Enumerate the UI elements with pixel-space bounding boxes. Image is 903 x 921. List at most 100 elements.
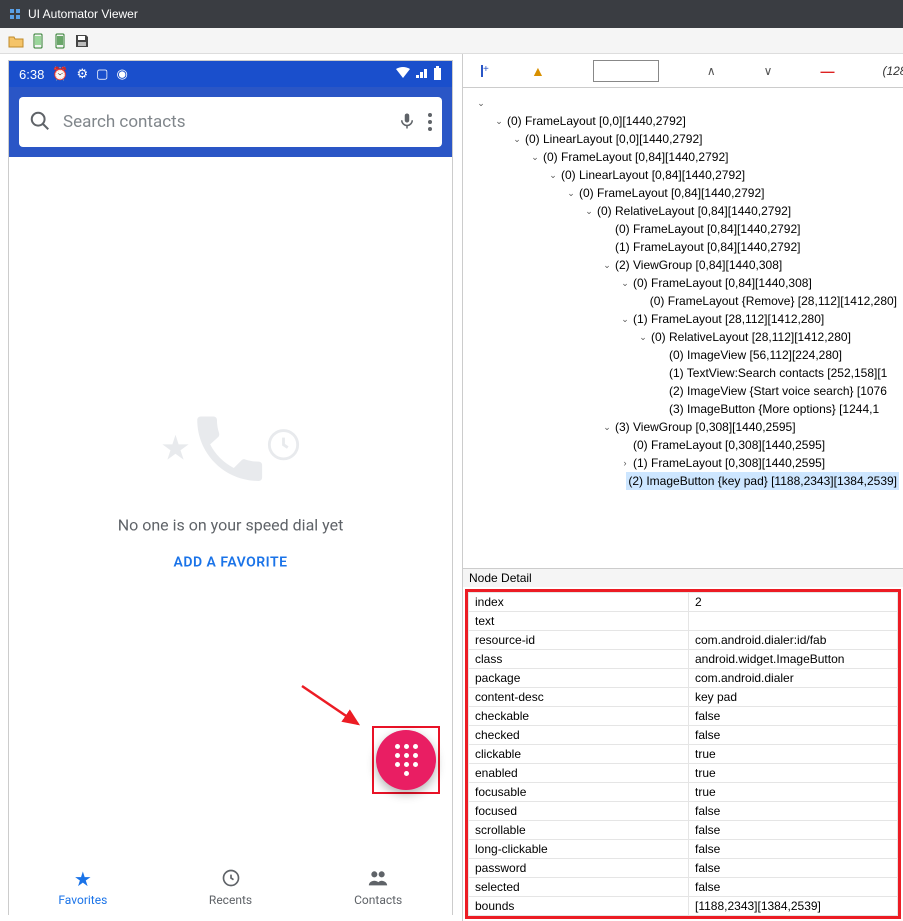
detail-row: checkablefalse: [469, 707, 898, 726]
status-time: 6:38: [19, 67, 44, 82]
detail-row: focusedfalse: [469, 802, 898, 821]
tree-node[interactable]: ⌄(0) RelativeLayout [0,84][1440,2792]: [467, 202, 899, 220]
detail-row: classandroid.widget.ImageButton: [469, 650, 898, 669]
tree-node-label: (0) FrameLayout [0,84][1440,308]: [631, 274, 814, 292]
tree-twisty-icon[interactable]: ⌄: [475, 94, 487, 112]
tree-node[interactable]: ⌄(0) LinearLayout [0,0][1440,2792]: [467, 130, 899, 148]
detail-value: false: [689, 859, 898, 878]
detail-row: scrollablefalse: [469, 821, 898, 840]
detail-value: com.android.dialer: [689, 669, 898, 688]
tree-node[interactable]: ⌄(1) FrameLayout [28,112][1412,280]: [467, 310, 899, 328]
tree-node-label: (0) ImageView [56,112][224,280]: [667, 346, 844, 364]
mic-icon[interactable]: [398, 110, 416, 135]
detail-key: focusable: [469, 783, 689, 802]
detail-value: true: [689, 745, 898, 764]
save-button[interactable]: [72, 31, 92, 51]
tree-twisty-icon[interactable]: ⌄: [583, 202, 595, 220]
detail-row: bounds[1188,2343][1384,2539]: [469, 897, 898, 916]
nav-label: Contacts: [354, 893, 402, 907]
tree-node[interactable]: ⌄: [467, 94, 899, 112]
nav-label: Favorites: [58, 893, 107, 907]
tree-node[interactable]: (0) FrameLayout {Remove} [28,112][1412,2…: [467, 292, 899, 310]
detail-key: scrollable: [469, 821, 689, 840]
search-bar[interactable]: Search contacts: [19, 97, 442, 147]
tree-node[interactable]: (2) ImageButton {key pad} [1188,2343][13…: [467, 472, 899, 490]
tree-node-label: (0) LinearLayout [0,0][1440,2792]: [523, 130, 704, 148]
detail-key: checked: [469, 726, 689, 745]
tree-twisty-icon[interactable]: ⌄: [547, 166, 559, 184]
prev-match-button[interactable]: ∧: [707, 64, 716, 78]
open-file-button[interactable]: [6, 31, 26, 51]
add-favorite-button[interactable]: ADD A FAVORITE: [9, 554, 452, 570]
tree-twisty-icon[interactable]: ⌄: [493, 112, 505, 130]
tree-node-label: (2) ImageButton {key pad} [1188,2343][13…: [626, 472, 899, 490]
expand-all-button[interactable]: [481, 65, 483, 77]
nav-contacts[interactable]: Contacts: [304, 858, 452, 916]
tree-node[interactable]: ⌄(0) FrameLayout [0,84][1440,2792]: [467, 184, 899, 202]
tree-node[interactable]: ⌄(0) FrameLayout [0,84][1440,2792]: [467, 148, 899, 166]
android-statusbar: 6:38 ⏰ ⚙ ▢ ◉: [9, 61, 452, 87]
wifi-icon: [395, 67, 411, 82]
nav-recents[interactable]: Recents: [157, 858, 305, 916]
tree-node[interactable]: ⌄(0) FrameLayout [0,84][1440,308]: [467, 274, 899, 292]
square-icon: ▢: [96, 66, 108, 82]
titlebar: UI Automator Viewer: [0, 0, 903, 28]
hierarchy-tree[interactable]: ⌄⌄(0) FrameLayout [0,0][1440,2792]⌄(0) L…: [463, 88, 903, 568]
tree-node-label: (0) RelativeLayout [28,112][1412,280]: [649, 328, 853, 346]
next-match-button[interactable]: ∨: [764, 64, 773, 78]
warning-icon[interactable]: ▲: [531, 63, 545, 79]
device-screenshot-compressed-button[interactable]: [50, 31, 70, 51]
device-body: ★ No one is on your speed dial yet ADD A…: [9, 157, 452, 858]
tree-node[interactable]: ›(1) FrameLayout [0,308][1440,2595]: [467, 454, 899, 472]
app-icon: [8, 7, 22, 21]
nav-favorites[interactable]: ★ Favorites: [9, 858, 157, 916]
tree-node-label: (1) FrameLayout [28,112][1412,280]: [631, 310, 826, 328]
detail-key: class: [469, 650, 689, 669]
tree-twisty-icon[interactable]: ⌄: [637, 328, 649, 346]
tree-twisty-icon[interactable]: ⌄: [619, 274, 631, 292]
tree-node-label: (0) FrameLayout [0,84][1440,2792]: [577, 184, 766, 202]
detail-row: packagecom.android.dialer: [469, 669, 898, 688]
tree-node-label: (2) ViewGroup [0,84][1440,308]: [613, 256, 784, 274]
detail-key: resource-id: [469, 631, 689, 650]
tree-node[interactable]: ⌄(0) LinearLayout [0,84][1440,2792]: [467, 166, 899, 184]
detail-value: key pad: [689, 688, 898, 707]
tree-node[interactable]: (3) ImageButton {More options} [1244,1: [467, 400, 899, 418]
delete-node-button[interactable]: —: [820, 63, 834, 79]
star-icon: ★: [74, 867, 92, 891]
tree-node-label: (1) FrameLayout [0,308][1440,2595]: [631, 454, 827, 472]
inspector-toolbar: ▲ ∧ ∨ — (1286,2: [463, 54, 903, 88]
tree-twisty-icon[interactable]: ›: [619, 454, 631, 472]
tree-node[interactable]: (0) ImageView [56,112][224,280]: [467, 346, 899, 364]
tree-twisty-icon[interactable]: ⌄: [601, 256, 613, 274]
tree-node[interactable]: ⌄(0) FrameLayout [0,0][1440,2792]: [467, 112, 899, 130]
battery-icon: [433, 66, 442, 83]
more-options-icon[interactable]: [428, 113, 432, 131]
detail-key: content-desc: [469, 688, 689, 707]
tree-node[interactable]: (1) TextView:Search contacts [252,158][1: [467, 364, 899, 382]
tree-twisty-icon[interactable]: ⌄: [565, 184, 577, 202]
tree-twisty-icon[interactable]: ⌄: [511, 130, 523, 148]
alarm-icon: ⏰: [52, 66, 68, 82]
tree-node[interactable]: (2) ImageView {Start voice search} [1076: [467, 382, 899, 400]
tree-node[interactable]: (0) FrameLayout [0,308][1440,2595]: [467, 436, 899, 454]
detail-row: content-desckey pad: [469, 688, 898, 707]
tree-twisty-icon[interactable]: ⌄: [529, 148, 541, 166]
tree-twisty-icon[interactable]: ⌄: [601, 418, 613, 436]
tree-node[interactable]: (0) FrameLayout [0,84][1440,2792]: [467, 220, 899, 238]
tree-twisty-icon[interactable]: ⌄: [619, 310, 631, 328]
tree-node[interactable]: (1) FrameLayout [0,84][1440,2792]: [467, 238, 899, 256]
bottom-nav: ★ Favorites Recents Contacts: [9, 858, 452, 916]
dialpad-fab[interactable]: [376, 730, 436, 790]
tree-node-label: (0) FrameLayout [0,308][1440,2595]: [631, 436, 827, 454]
detail-value: false: [689, 821, 898, 840]
detail-value: true: [689, 764, 898, 783]
search-icon: [29, 110, 51, 135]
search-tree-input[interactable]: [593, 60, 659, 82]
tree-node[interactable]: ⌄(2) ViewGroup [0,84][1440,308]: [467, 256, 899, 274]
empty-icon-group: ★: [9, 405, 452, 491]
tree-node[interactable]: ⌄(3) ViewGroup [0,308][1440,2595]: [467, 418, 899, 436]
tree-node-label: (0) FrameLayout {Remove} [28,112][1412,2…: [648, 292, 899, 310]
tree-node[interactable]: ⌄(0) RelativeLayout [28,112][1412,280]: [467, 328, 899, 346]
device-screenshot-button[interactable]: [28, 31, 48, 51]
